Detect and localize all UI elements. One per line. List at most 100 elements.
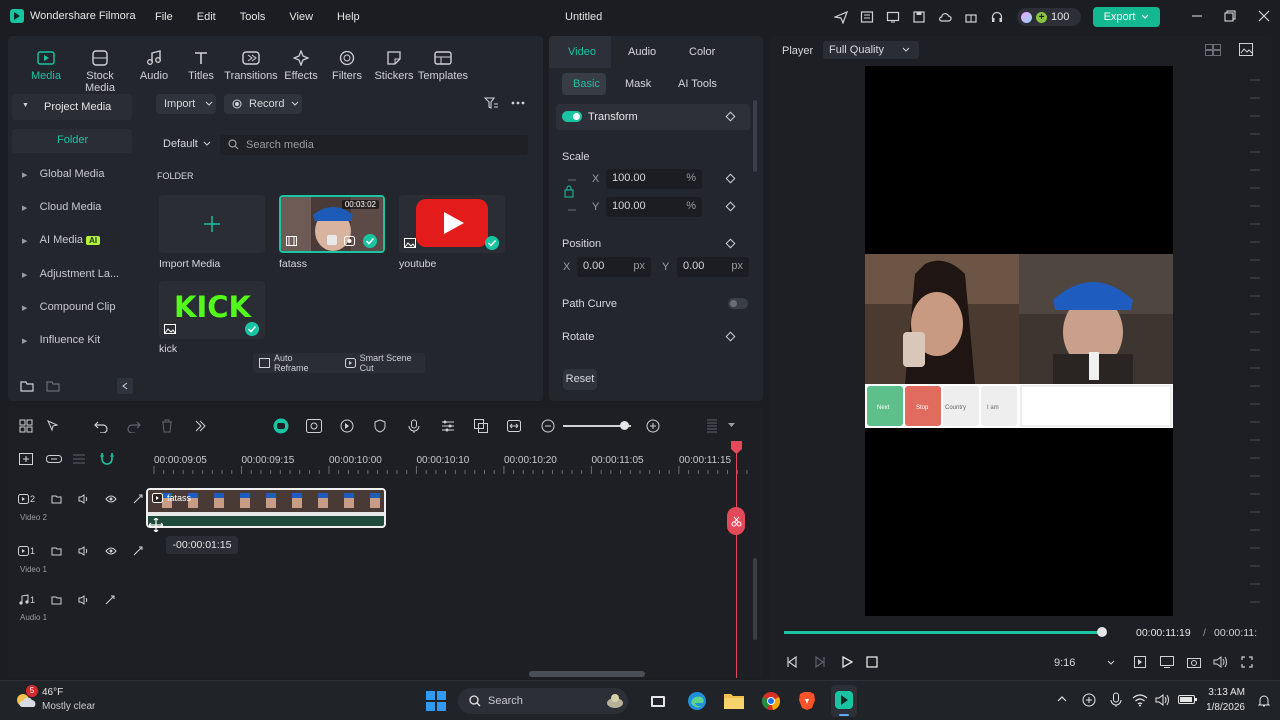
sidebar-item-global-media[interactable]: ▶ Global Media [22,168,104,180]
folder-icon[interactable] [46,380,60,392]
properties-scrollbar[interactable] [753,100,757,172]
menu-help[interactable]: Help [337,11,360,23]
volume-icon[interactable] [1213,656,1227,668]
replace-icon[interactable] [474,419,488,433]
speed-icon[interactable] [340,419,354,433]
undo-icon[interactable] [94,419,108,433]
save-icon[interactable] [912,10,926,24]
timeline-horizontal-scrollbar[interactable] [529,671,645,677]
snapshot-image-icon[interactable] [1239,43,1253,56]
gift-icon[interactable] [964,10,978,24]
reset-button[interactable]: Reset [563,369,597,390]
tool-filters[interactable]: Filters [321,48,373,82]
tool-stickers[interactable]: Stickers [368,48,420,82]
antivirus-tray-icon[interactable] [1082,693,1096,707]
file-explorer-icon[interactable] [724,692,744,709]
timeline-settings-grid-icon[interactable] [706,419,718,433]
brave-icon[interactable] [798,691,816,711]
more-icon[interactable] [511,97,525,109]
track-settings-icon[interactable] [133,494,144,504]
tool-templates[interactable]: Templates [415,48,471,82]
chevron-up-icon[interactable] [1057,695,1067,702]
timeline-ruler[interactable] [146,466,756,476]
playhead-line[interactable] [736,448,737,678]
credits-pill[interactable]: + 100 [1017,8,1081,26]
eye-icon[interactable] [105,494,117,504]
chrome-icon[interactable] [761,691,781,711]
eye-icon[interactable] [105,546,117,556]
tool-stock-media[interactable]: Stock Media [72,48,128,94]
volume-tray-icon[interactable] [1155,693,1171,707]
magnet-snap-icon[interactable] [99,452,115,466]
monitor-icon[interactable] [886,10,900,24]
timeline-vertical-scrollbar[interactable] [753,558,757,640]
menu-file[interactable]: File [155,11,173,23]
ai-tool-icon[interactable] [273,418,289,434]
fullscreen-icon[interactable] [1241,656,1253,668]
speaker-icon[interactable] [78,594,89,605]
export-button[interactable]: Export [1093,7,1160,27]
speaker-icon[interactable] [78,494,89,504]
previous-frame-icon[interactable] [786,656,798,668]
restore-icon[interactable] [1224,10,1236,22]
zoom-slider-handle[interactable] [620,421,629,430]
marker-shield-icon[interactable] [374,419,386,433]
cloud-icon[interactable] [938,10,952,24]
quality-dropdown[interactable]: Full Quality [823,41,919,59]
track-settings-icon[interactable] [105,595,116,605]
import-dropdown[interactable]: Import [156,94,216,114]
sidebar-item-cloud-media[interactable]: ▶ Cloud Media [22,201,101,213]
tab-video[interactable]: Video [549,36,611,68]
wifi-icon[interactable] [1132,693,1148,707]
tool-transitions[interactable]: Transitions [224,48,278,82]
playhead-handle[interactable] [731,441,742,454]
scale-y-field[interactable]: 100.00% [606,197,702,217]
next-frame-icon[interactable] [814,656,826,668]
notification-bell-icon[interactable] [1258,694,1270,708]
more-tools-icon[interactable] [194,419,206,433]
filter-list-icon[interactable] [484,97,498,110]
caret-down-small-icon[interactable] [728,423,735,428]
collapse-sidebar-icon[interactable] [117,378,133,394]
render-preview-icon[interactable] [1134,656,1146,668]
player-progress-handle[interactable] [1096,627,1107,637]
position-y-field[interactable]: 0.00 px [677,257,749,277]
zoom-in-icon[interactable] [646,419,660,433]
audio-mixer-icon[interactable] [441,419,455,433]
edge-icon[interactable] [687,691,707,711]
delete-icon[interactable] [161,419,173,433]
transform-toggle[interactable] [562,111,582,122]
sidebar-item-influence-kit[interactable]: ▶ Influence Kit [22,334,100,346]
tool-media[interactable]: Media [20,48,72,82]
timeline-clip-fatass[interactable]: fatass [146,488,386,528]
tool-effects[interactable]: Effects [275,48,327,82]
battery-icon[interactable] [1178,693,1198,705]
search-media-input[interactable]: Search media [220,135,528,155]
grid-icon[interactable] [860,10,874,24]
tool-audio[interactable]: Audio [128,48,180,82]
kick-image-tile[interactable]: KICK [159,281,265,339]
menu-tools[interactable]: Tools [240,11,266,23]
tool-titles[interactable]: Titles [175,48,227,82]
windows-start-icon[interactable] [426,691,446,711]
folder-item[interactable]: Folder [12,129,132,153]
folder-lock-icon[interactable] [51,494,62,504]
grid-view-icon[interactable] [1205,44,1221,56]
menu-view[interactable]: View [289,11,313,23]
track-height-icon[interactable] [72,453,86,465]
redo-icon[interactable] [127,419,141,433]
folder-lock-icon[interactable] [51,595,62,605]
play-icon[interactable] [841,656,853,668]
sidebar-item-compound-clip[interactable]: ▶ Compound Clip [22,301,115,313]
position-x-field[interactable]: 0.00 px [577,257,651,277]
headset-icon[interactable] [990,10,1004,24]
new-folder-icon[interactable] [20,380,34,392]
auto-reframe-button[interactable]: Auto Reframe [274,353,327,373]
camera-snapshot-icon[interactable] [1187,656,1201,668]
microphone-icon[interactable] [408,419,420,433]
import-media-tile[interactable] [159,195,265,253]
sidebar-item-ai-media[interactable]: ▶ AI Media AI [22,234,101,246]
microphone-tray-icon[interactable] [1110,692,1122,708]
record-dropdown[interactable]: Record [224,94,302,114]
stop-icon[interactable] [866,656,878,668]
